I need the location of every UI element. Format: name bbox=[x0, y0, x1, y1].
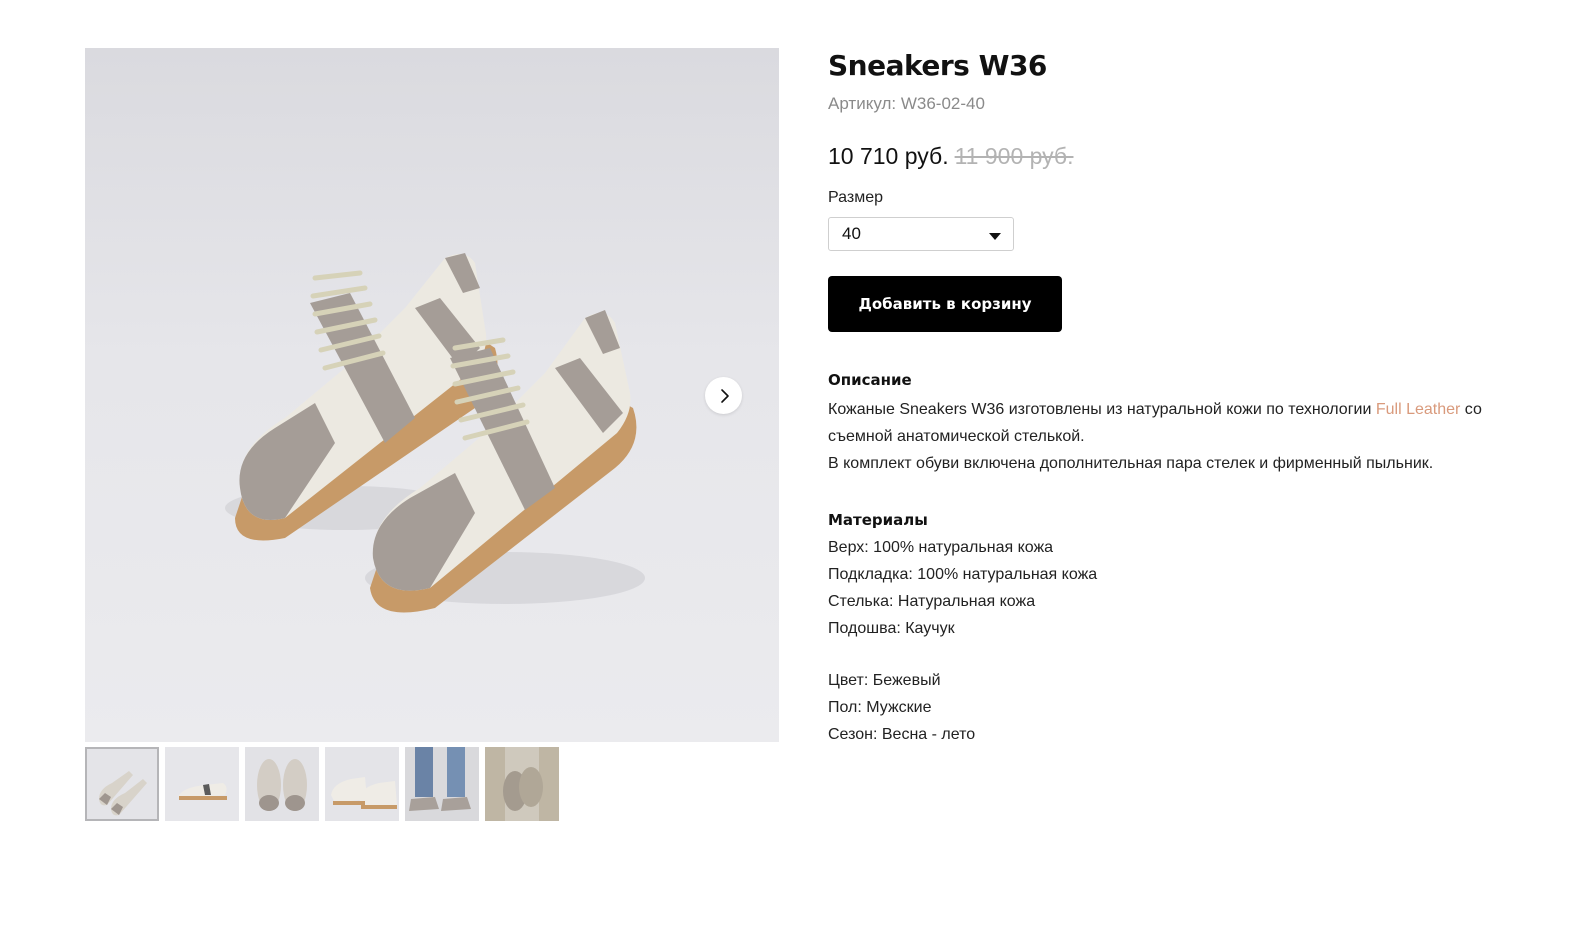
material-lining: Подкладка: 100% натуральная кожа bbox=[828, 566, 1098, 583]
description-text-line2: В комплект обуви включена дополнительная… bbox=[828, 455, 1434, 472]
attribute-season: Сезон: Весна - лето bbox=[828, 726, 976, 743]
price-row: 10 710 руб. 11 900 руб. bbox=[828, 142, 1528, 170]
thumbnail-3-image bbox=[245, 747, 319, 821]
price-old: 11 900 руб. bbox=[954, 143, 1074, 169]
thumbnail-1-image bbox=[87, 749, 157, 819]
materials-title: Материалы bbox=[828, 511, 928, 529]
size-select[interactable]: 40 bbox=[828, 217, 1014, 251]
materials-list: Верх: 100% натуральная кожа Подкладка: 1… bbox=[828, 534, 1528, 642]
thumbnail-6-image bbox=[485, 747, 559, 821]
product-title: Sneakers W36 bbox=[828, 49, 1047, 82]
description-title: Описание bbox=[828, 371, 912, 389]
thumbnail-6[interactable] bbox=[485, 747, 559, 821]
description-text: Кожаные Sneakers W36 изготовлены из нату… bbox=[828, 396, 1518, 477]
thumbnail-strip bbox=[85, 747, 779, 821]
attribute-gender: Пол: Мужские bbox=[828, 699, 932, 716]
attributes-list: Цвет: Бежевый Пол: Мужские Сезон: Весна … bbox=[828, 667, 1528, 748]
chevron-right-icon bbox=[720, 388, 729, 403]
thumbnail-1[interactable] bbox=[85, 747, 159, 821]
sneakers-photo bbox=[225, 253, 645, 613]
product-info: Sneakers W36 Артикул: W36-02-40 10 710 р… bbox=[828, 48, 1528, 748]
description-text-part1: Кожаные Sneakers W36 изготовлены из нату… bbox=[828, 401, 1376, 418]
thumbnail-2[interactable] bbox=[165, 747, 239, 821]
material-upper: Верх: 100% натуральная кожа bbox=[828, 539, 1054, 556]
price-current: 10 710 руб. bbox=[828, 143, 949, 169]
thumbnail-5-image bbox=[405, 747, 479, 821]
thumbnail-3[interactable] bbox=[245, 747, 319, 821]
attribute-color: Цвет: Бежевый bbox=[828, 672, 941, 689]
full-leather-link[interactable]: Full Leather bbox=[1376, 401, 1461, 418]
main-product-image[interactable] bbox=[85, 48, 779, 742]
material-sole: Подошва: Каучук bbox=[828, 620, 955, 637]
thumbnail-4[interactable] bbox=[325, 747, 399, 821]
product-sku: Артикул: W36-02-40 bbox=[828, 94, 985, 113]
size-label: Размер bbox=[828, 189, 883, 206]
product-gallery bbox=[85, 48, 779, 821]
size-selected-value: 40 bbox=[842, 224, 861, 243]
material-insole: Стелька: Натуральная кожа bbox=[828, 593, 1036, 610]
thumbnail-4-image bbox=[325, 747, 399, 821]
caret-down-icon bbox=[989, 233, 1001, 240]
next-image-button[interactable] bbox=[705, 377, 742, 414]
add-to-cart-button[interactable]: Добавить в корзину bbox=[828, 276, 1062, 332]
thumbnail-5[interactable] bbox=[405, 747, 479, 821]
thumbnail-2-image bbox=[165, 747, 239, 821]
